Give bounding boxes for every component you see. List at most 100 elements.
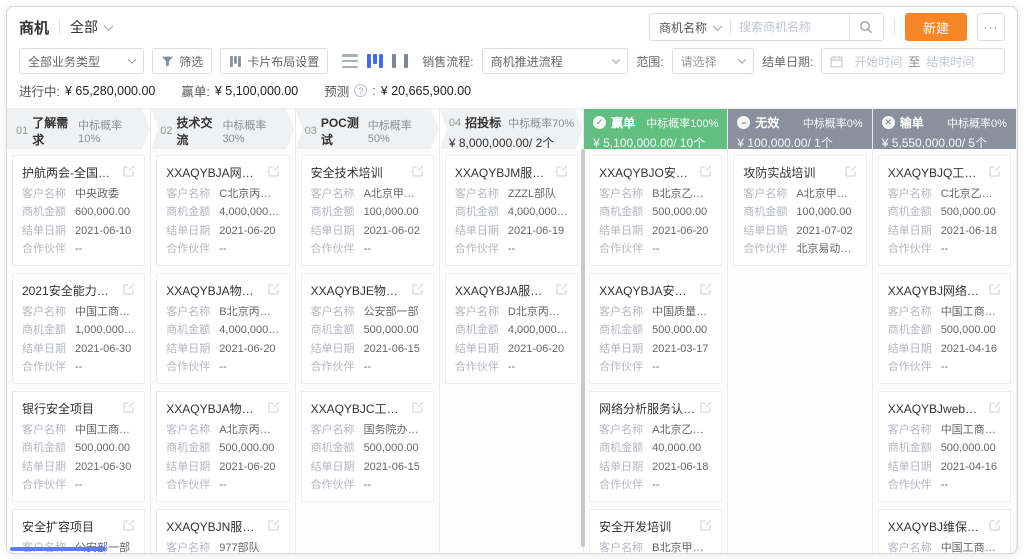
scope-dropdown[interactable]: 全部 [70,17,112,37]
edit-icon[interactable] [989,518,1001,536]
customer-link[interactable]: 中国工商银行股份有... [75,424,135,437]
customer-link[interactable]: 公安部一部 [364,306,424,319]
partner-value: -- [508,361,568,374]
card-title: XXAQYBJ网络安全态势感知... [888,282,984,299]
edit-icon[interactable] [123,164,135,182]
customer-link[interactable]: 中央政委 [75,188,135,201]
edit-icon[interactable] [268,400,280,418]
partner-value[interactable]: 北京易动示例有限公... [796,243,856,256]
opportunity-card[interactable]: XXAQYBJweb应用防护墙XC...客户名称中国工商银行股份有...商机金额… [878,391,1011,502]
vertical-scrollbar-thumb[interactable] [581,149,585,547]
edit-icon[interactable] [989,282,1001,300]
edit-icon[interactable] [268,282,280,300]
card-field: 商机金额500,000.00 [311,324,424,337]
customer-link[interactable]: 中国工商银行股份有... [75,306,135,319]
customer-link[interactable]: B北京乙有限公司 [652,188,712,201]
edit-icon[interactable] [989,400,1001,418]
opportunity-card[interactable]: 银行安全项目客户名称中国工商银行股份有...商机金额500,000.00结单日期… [12,391,145,502]
edit-icon[interactable] [845,164,857,182]
edit-icon[interactable] [123,282,135,300]
search-input[interactable] [731,20,849,34]
opportunity-card[interactable]: XXAQYBJE物联网视频上云...客户名称公安部一部商机金额500,000.0… [301,273,434,384]
opportunity-card[interactable]: XXAQYBJ网络安全态势感知...客户名称中国工商银行股份有...商机金额50… [878,273,1011,384]
edit-icon[interactable] [700,282,712,300]
new-opportunity-button[interactable]: 新建 [905,13,967,41]
edit-icon[interactable] [989,164,1001,182]
search-field-select[interactable]: 商机名称 [650,19,730,36]
range-select[interactable]: 请选择 [672,48,754,74]
partner-value: -- [75,243,135,256]
customer-link[interactable]: 中国工商银行股份有... [941,542,1001,554]
column-header-04: 04招投标中标概率70%¥ 8,000,000.00/ 2个 [440,109,583,149]
opportunity-card[interactable]: 攻防实战培训客户名称A北京甲有限公司商机金额100,000.00结单日期2021… [733,155,866,266]
customer-link[interactable]: A北京甲有限公司 [796,188,856,201]
list-view-icon[interactable] [342,54,358,68]
horizontal-scrollbar-thumb[interactable] [10,547,106,551]
edit-icon[interactable] [412,400,424,418]
customer-link[interactable]: A北京乙有限公司 [652,424,712,437]
partner-value: -- [219,361,279,374]
customer-link[interactable]: C北京乙有限公司 [941,188,1001,201]
search-button[interactable] [849,14,883,40]
opportunity-card[interactable]: XXAQYBJA安全信息隔离与...客户名称中国质量认证中心商机金额500,00… [589,273,722,384]
card-field: 商机金额500,000.00 [888,442,1001,455]
info-icon[interactable]: ? [354,84,367,97]
opportunity-card[interactable]: 安全技术培训客户名称A北京甲有限公司商机金额100,000.00结单日期2021… [301,155,434,266]
filter-label: 筛选 [179,53,203,70]
edit-icon[interactable] [268,518,280,536]
customer-link[interactable]: 中国工商银行股份有... [941,424,1001,437]
opportunity-card[interactable]: XXAQYBJA物联网边缘AI智...客户名称B北京丙有限公司商机金额4,000… [156,273,289,384]
customer-link[interactable]: ZZZL部队 [508,188,568,201]
edit-icon[interactable] [123,518,135,536]
opportunity-card[interactable]: 安全开发培训客户名称B北京甲有限公司商机金额60,000.00结单日期2021-… [589,509,722,553]
customer-link[interactable]: 中国质量认证中心 [652,306,712,319]
edit-icon[interactable] [556,282,568,300]
edit-icon[interactable] [268,164,280,182]
card-layout-button[interactable]: 卡片布局设置 [220,48,328,74]
close-date-range-input[interactable]: 开始时间 至 结束时间 [821,48,1005,74]
card-field: 商机金额500,000.00 [888,324,1001,337]
partner-value: -- [219,479,279,492]
kanban-view-icon[interactable] [367,54,383,68]
edit-icon[interactable] [412,282,424,300]
opportunity-card[interactable]: XXAQYBJ维保服务XCC项目客户名称中国工商银行股份有...商机金额4,00… [878,509,1011,553]
customer-link[interactable]: A北京甲有限公司 [364,188,424,201]
stat-label: 预测 [324,81,349,100]
edit-icon[interactable] [556,164,568,182]
customer-link[interactable]: B北京甲有限公司 [652,542,712,554]
edit-icon[interactable] [700,518,712,536]
opportunity-card[interactable]: XXAQYBJA物联网视频上云...客户名称A北京丙有限公司商机金额500,00… [156,391,289,502]
opportunity-card[interactable]: 2021安全能力提升项目客户名称中国工商银行股份有...商机金额1,000,00… [12,273,145,384]
close-date: 2021-06-10 [75,225,135,238]
opportunity-card[interactable]: XXAQYBJN服务器V00XCD...客户名称977部队商机金额4,000,0… [156,509,289,553]
opportunity-card[interactable]: XXAQYBJQ工控防火墙系统...客户名称C北京乙有限公司商机金额500,00… [878,155,1011,266]
business-type-select[interactable]: 全部业务类型 [19,48,144,74]
opportunity-card[interactable]: 网络分析服务认证培训客户名称A北京乙有限公司商机金额40,000.00结单日期2… [589,391,722,502]
filter-button[interactable]: 筛选 [152,48,212,74]
opportunity-card[interactable]: XXAQYBJM服务器V00XCC...客户名称ZZZL部队商机金额4,000,… [445,155,578,266]
edit-icon[interactable] [700,400,712,418]
stage-name: 技术交流 [177,114,223,148]
customer-link[interactable]: D北京丙有限公司 [508,306,568,319]
opportunity-card[interactable]: XXAQYBJA服务器V00XCC...客户名称D北京丙有限公司商机金额4,00… [445,273,578,384]
more-actions-button[interactable]: ··· [977,13,1005,41]
customer-link[interactable]: 中国工商银行股份有... [941,306,1001,319]
customer-link[interactable]: B北京丙有限公司 [219,306,279,319]
opportunity-amount: 500,000.00 [364,324,424,337]
customer-link[interactable]: 977部队 [219,542,279,554]
partner-value: -- [219,243,279,256]
edit-icon[interactable] [123,400,135,418]
customer-link[interactable]: A北京丙有限公司 [219,424,279,437]
sales-process-select[interactable]: 商机推进流程 [482,48,629,74]
opportunity-card[interactable]: XXAQYBJA网络全流量安全...客户名称C北京丙有限公司商机金额4,000,… [156,155,289,266]
opportunity-card[interactable]: XXAQYBJO安全信息隔离与...客户名称B北京乙有限公司商机金额500,00… [589,155,722,266]
column-header-invalid: −无效中标概率0%¥ 100,000.00/ 1个 [728,109,871,149]
opportunity-card[interactable]: XXAQYBJC工控安全检查工...客户名称国务院办公厅机关服...商机金额50… [301,391,434,502]
compact-view-icon[interactable] [392,54,408,68]
opportunity-card[interactable]: 护航两会-全国政协十三届...客户名称中央政委商机金额600,000.00结单日… [12,155,145,266]
customer-link[interactable]: 国务院办公厅机关服... [364,424,424,437]
edit-icon[interactable] [700,164,712,182]
field-label: 结单日期 [599,343,652,356]
customer-link[interactable]: C北京丙有限公司 [219,188,279,201]
edit-icon[interactable] [412,164,424,182]
